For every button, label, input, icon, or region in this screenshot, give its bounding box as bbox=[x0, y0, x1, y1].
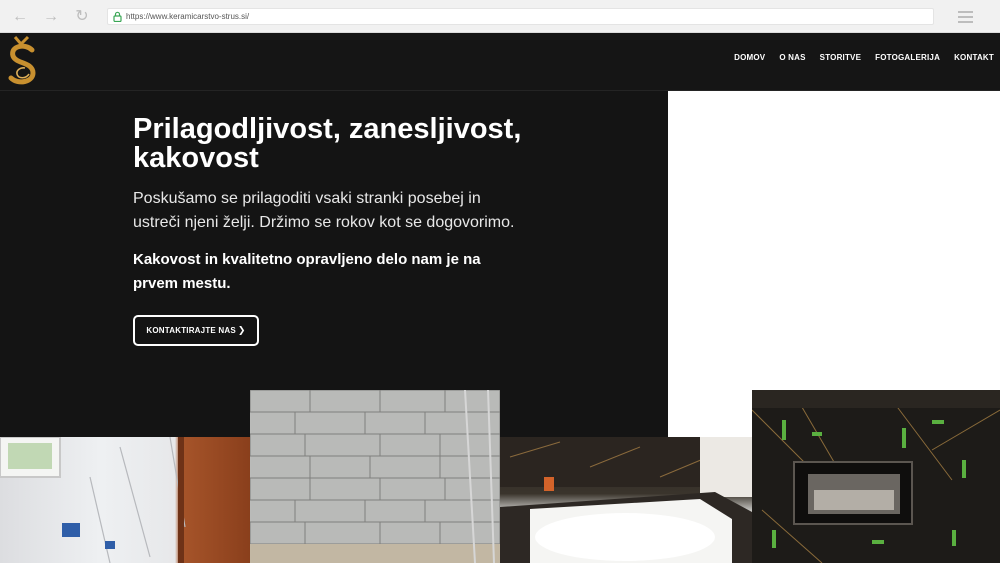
back-arrow-icon[interactable]: ← bbox=[11, 8, 29, 26]
nav-o-nas[interactable]: O NAS bbox=[779, 53, 805, 62]
hero-image-panel bbox=[668, 91, 1000, 390]
hero-highlight-text: Kakovost in kvalitetno opravljeno delo n… bbox=[133, 251, 481, 292]
cta-label: KONTAKTIRAJTE NAS bbox=[146, 326, 236, 335]
bathtub-photo bbox=[500, 437, 752, 563]
nav-fotogalerija[interactable]: FOTOGALERIJA bbox=[875, 53, 940, 62]
marble-wall-photo bbox=[0, 437, 186, 563]
gallery-image-marble-wall[interactable] bbox=[0, 437, 250, 563]
hamburger-menu-icon[interactable] bbox=[958, 11, 973, 23]
lock-icon bbox=[113, 11, 122, 22]
gallery-image-stone-wall[interactable] bbox=[250, 390, 500, 563]
reload-icon[interactable]: ↻ bbox=[73, 8, 91, 26]
hero-section: Prilagodljivost, zanesljivost, kakovost … bbox=[0, 91, 668, 437]
hero-image-panel-lower bbox=[668, 390, 752, 437]
contact-cta-button[interactable]: KONTAKTIRAJTE NAS ❯ bbox=[133, 315, 259, 346]
gallery-image-bathtub[interactable] bbox=[500, 437, 752, 563]
logo[interactable] bbox=[5, 35, 39, 87]
main-nav: DOMOV O NAS STORITVE FOTOGALERIJA KONTAK… bbox=[720, 53, 994, 62]
url-text: https://www.keramicarstvo-strus.si/ bbox=[126, 12, 250, 21]
black-marble-photo bbox=[752, 390, 1000, 563]
address-bar[interactable]: https://www.keramicarstvo-strus.si/ bbox=[107, 8, 934, 25]
nav-kontakt[interactable]: KONTAKT bbox=[954, 53, 994, 62]
chevron-right-icon: ❯ bbox=[237, 325, 246, 335]
stone-wall-photo bbox=[250, 390, 500, 563]
browser-toolbar: ← → ↻ https://www.keramicarstvo-strus.si… bbox=[0, 0, 1000, 33]
hero-text: Poskušamo se prilagoditi vsaki stranki p… bbox=[133, 190, 515, 231]
gallery-image-black-marble-fireplace[interactable] bbox=[752, 390, 1000, 563]
site-header: DOMOV O NAS STORITVE FOTOGALERIJA KONTAK… bbox=[0, 33, 1000, 91]
forward-arrow-icon[interactable]: → bbox=[42, 8, 60, 26]
nav-storitve[interactable]: STORITVE bbox=[820, 53, 861, 62]
nav-domov[interactable]: DOMOV bbox=[734, 53, 765, 62]
hero-title: Prilagodljivost, zanesljivost, kakovost bbox=[133, 113, 522, 174]
